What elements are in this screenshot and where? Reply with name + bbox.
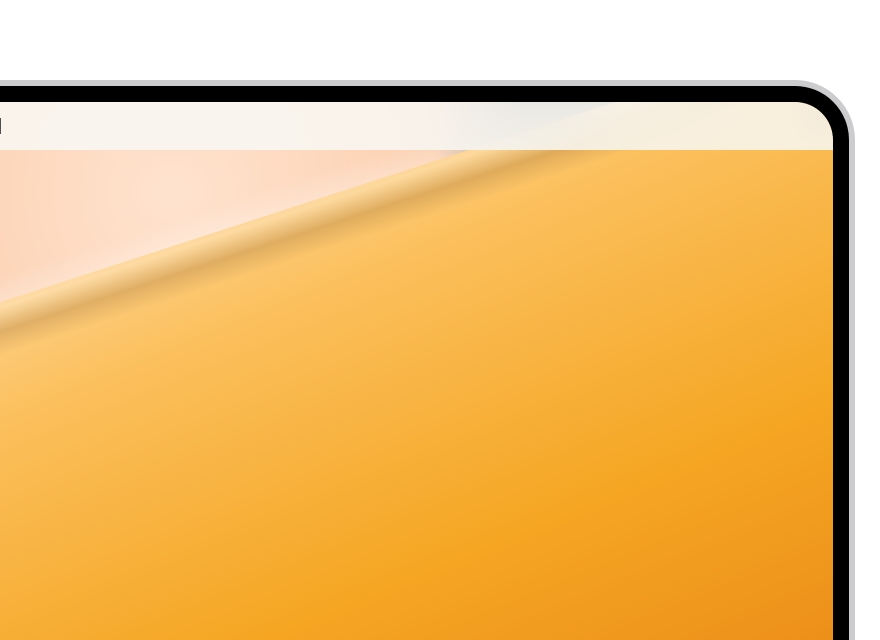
menu-bar-time: 9:41 AM bbox=[0, 113, 3, 139]
menu-bar: Tue Nov 89:41 AM bbox=[0, 102, 833, 150]
menu-bar-clock[interactable]: Tue Nov 89:41 AM bbox=[0, 113, 3, 140]
desktop-wallpaper bbox=[0, 102, 833, 640]
laptop-bezel: Tue Nov 89:41 AM Latest Backup to “Exter… bbox=[0, 80, 855, 640]
